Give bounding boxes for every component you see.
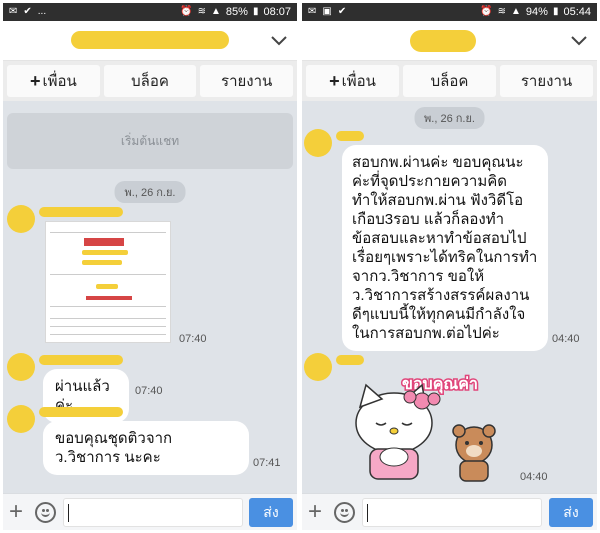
date-separator: พ., 26 ก.ย. xyxy=(414,107,485,129)
image-icon: ▣ xyxy=(322,6,332,17)
report-button[interactable]: รายงาน xyxy=(500,65,593,97)
message-input[interactable] xyxy=(63,498,243,527)
hello-kitty-sticker[interactable]: ขอบคุณค่า xyxy=(346,371,516,486)
message-text: สอบกพ.ผ่านค่ะ ขอบคุณนะค่ะที่จุดประกายควา… xyxy=(352,154,538,342)
side-by-side-screenshots: ✉ ✔ ... ⏰ ≋ ▲ 85% ▮ 08:07 + เพื่อน บล็อค… xyxy=(0,0,600,533)
message-time: 07:40 xyxy=(179,333,207,345)
sender-name-redacted xyxy=(39,407,123,417)
message-text: ขอบคุณชุดติวจากว.วิชาการ นะคะ xyxy=(55,430,173,466)
block-label: บล็อค xyxy=(131,73,169,90)
sender-name-redacted xyxy=(39,207,123,217)
chat-area[interactable]: เริ่มต้นแชท พ., 26 ก.ย. 07:40 ผ่านแล้วค่… xyxy=(3,101,297,493)
status-bar: ✉ ▣ ✔ ⏰ ≋ ▲ 94% ▮ 05:44 xyxy=(302,3,597,21)
alarm-icon: ⏰ xyxy=(480,6,493,17)
message-input[interactable] xyxy=(362,498,542,527)
date-separator: พ., 26 ก.ย. xyxy=(114,181,186,203)
emoji-icon[interactable] xyxy=(334,502,355,523)
mail-icon: ✉ xyxy=(9,6,18,17)
signal-icon: ▲ xyxy=(211,6,221,17)
chat-actions-bar: + เพื่อน บล็อค รายงาน xyxy=(302,61,597,101)
add-friend-label: เพื่อน xyxy=(42,73,77,90)
report-label: รายงาน xyxy=(520,73,573,90)
start-chat-label: เริ่มต้นแชท xyxy=(120,133,180,148)
message-time: 07:40 xyxy=(135,385,163,397)
contact-name-redacted xyxy=(410,30,476,52)
avatar[interactable] xyxy=(7,353,35,381)
plus-icon[interactable]: + xyxy=(308,500,322,524)
plus-icon: + xyxy=(29,70,41,91)
more-icon: ... xyxy=(37,6,47,17)
block-label: บล็อค xyxy=(430,73,469,90)
avatar[interactable] xyxy=(304,353,332,381)
chat-actions-bar: + เพื่อน บล็อค รายงาน xyxy=(3,61,297,101)
battery-percent: 85% xyxy=(225,6,248,18)
plus-icon: + xyxy=(329,70,340,91)
send-button[interactable]: ส่ง xyxy=(249,498,293,527)
message-composer: + ส่ง xyxy=(302,493,597,530)
avatar[interactable] xyxy=(7,405,35,433)
chat-header xyxy=(302,21,597,61)
sender-name-redacted xyxy=(336,355,364,365)
alarm-icon: ⏰ xyxy=(180,6,193,17)
battery-percent: 94% xyxy=(525,6,548,18)
sender-name-redacted xyxy=(39,355,123,365)
send-button[interactable]: ส่ง xyxy=(549,498,593,527)
report-label: รายงาน xyxy=(221,73,273,90)
chat-area[interactable]: พ., 26 ก.ย. สอบกพ.ผ่านค่ะ ขอบคุณนะค่ะที่… xyxy=(302,101,597,493)
message-bubble[interactable]: ขอบคุณชุดติวจากว.วิชาการ นะคะ xyxy=(43,421,249,475)
wifi-icon: ≋ xyxy=(497,6,507,17)
sender-name-redacted xyxy=(336,131,364,141)
message-time: 04:40 xyxy=(520,471,548,483)
sticker-text: ขอบคุณค่า xyxy=(402,374,478,394)
chat-screen-left: ✉ ✔ ... ⏰ ≋ ▲ 85% ▮ 08:07 + เพื่อน บล็อค… xyxy=(3,3,297,530)
avatar[interactable] xyxy=(304,129,332,157)
add-friend-label: เพื่อน xyxy=(341,73,376,90)
battery-icon: ▮ xyxy=(252,6,259,17)
avatar[interactable] xyxy=(7,205,35,233)
message-bubble[interactable]: สอบกพ.ผ่านค่ะ ขอบคุณนะค่ะที่จุดประกายควา… xyxy=(342,145,548,351)
plus-icon[interactable]: + xyxy=(9,500,23,524)
battery-icon: ▮ xyxy=(552,6,559,17)
message-time: 04:40 xyxy=(552,333,580,345)
emoji-icon[interactable] xyxy=(35,502,56,523)
signal-icon: ▲ xyxy=(511,6,521,17)
report-button[interactable]: รายงาน xyxy=(200,65,294,97)
chevron-down-icon[interactable] xyxy=(569,30,589,50)
image-message[interactable] xyxy=(45,221,171,343)
add-friend-button[interactable]: + เพื่อน xyxy=(7,65,100,97)
add-friend-button[interactable]: + เพื่อน xyxy=(306,65,399,97)
status-clock: 08:07 xyxy=(263,6,291,18)
chevron-down-icon[interactable] xyxy=(269,30,289,50)
wifi-icon: ≋ xyxy=(197,6,207,17)
start-chat-notice: เริ่มต้นแชท xyxy=(7,113,293,169)
chat-screen-right: ✉ ▣ ✔ ⏰ ≋ ▲ 94% ▮ 05:44 + เพื่อน บล็อค ร… xyxy=(302,3,597,530)
status-clock: 05:44 xyxy=(563,6,591,18)
contact-name-redacted xyxy=(71,31,229,49)
message-time: 07:41 xyxy=(253,457,281,469)
chat-header xyxy=(3,21,297,61)
mail-icon: ✉ xyxy=(308,6,317,17)
block-button[interactable]: บล็อค xyxy=(103,65,197,97)
message-composer: + ส่ง xyxy=(3,493,297,530)
sticker-icon: ✔ xyxy=(337,6,347,17)
block-button[interactable]: บล็อค xyxy=(403,65,496,97)
status-bar: ✉ ✔ ... ⏰ ≋ ▲ 85% ▮ 08:07 xyxy=(3,3,297,21)
sticker-icon: ✔ xyxy=(23,6,32,17)
